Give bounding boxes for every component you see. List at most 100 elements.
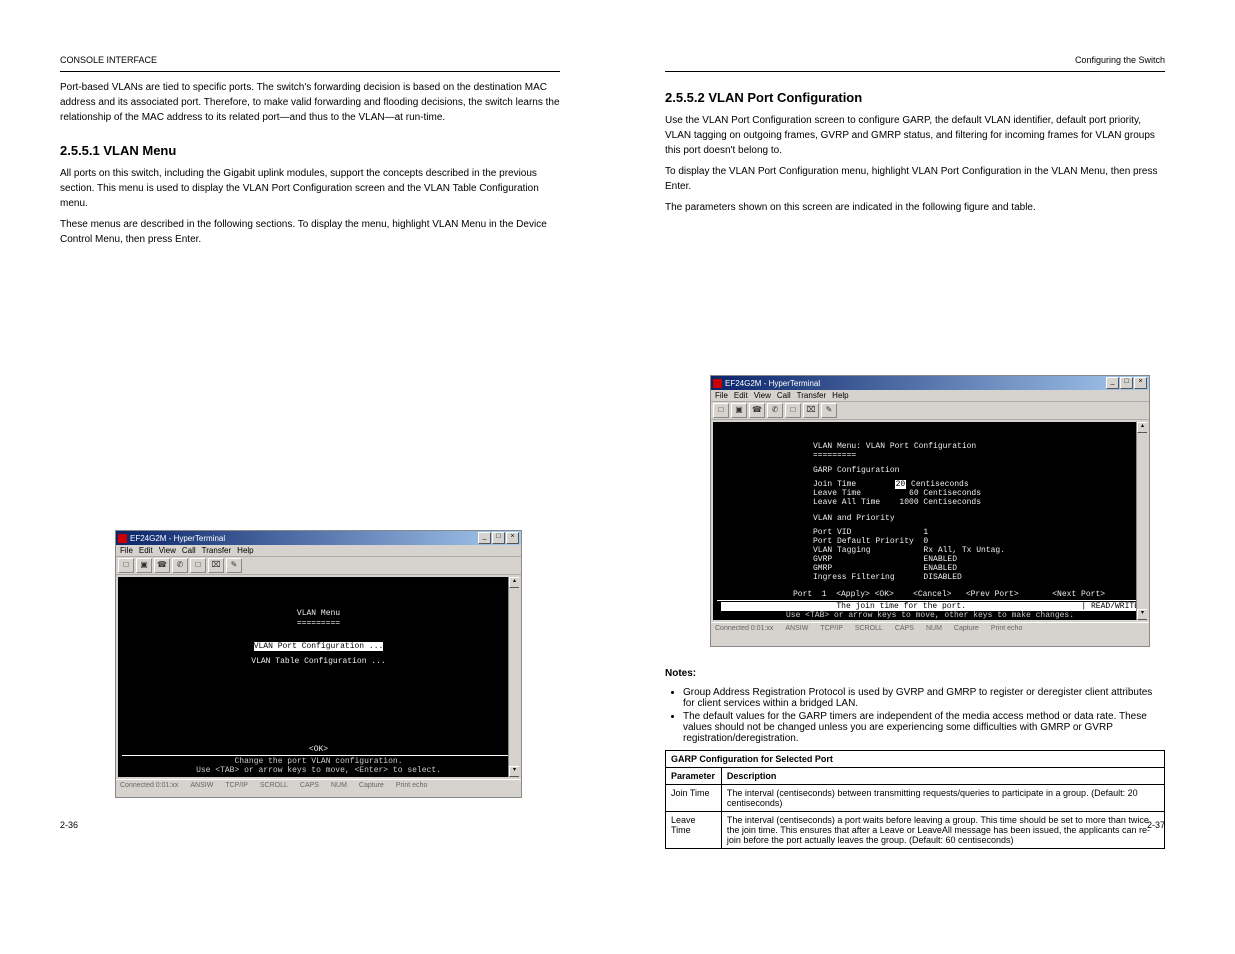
notes-list: Group Address Registration Protocol is u… bbox=[683, 687, 1165, 744]
tool-paste-icon[interactable]: ✎ bbox=[821, 403, 837, 418]
menu-edit[interactable]: Edit bbox=[139, 546, 153, 555]
table-row: Join Time The interval (centiseconds) be… bbox=[666, 785, 1165, 812]
scroll-down-icon[interactable]: ▾ bbox=[509, 766, 519, 777]
scroll-up-icon[interactable]: ▴ bbox=[1137, 422, 1147, 433]
terminal-scrollbar[interactable]: ▴ ▾ bbox=[1136, 422, 1147, 620]
menu-file[interactable]: File bbox=[715, 391, 728, 400]
status-capture: Capture bbox=[954, 625, 979, 632]
status-conn: TCP/IP bbox=[225, 782, 248, 789]
terminal-scrollbar[interactable]: ▴ ▾ bbox=[508, 577, 519, 777]
right-column: Configuring the Switch 2.5.5.2 VLAN Port… bbox=[665, 55, 1165, 221]
window-titlebar: EF24G2M - HyperTerminal _ □ × bbox=[711, 376, 1149, 390]
app-icon bbox=[713, 379, 722, 388]
field-join-time[interactable]: Join Time 20 Centiseconds bbox=[813, 480, 1147, 489]
nav-row[interactable]: Port 1 <Apply> <OK> <Cancel> <Prev Port>… bbox=[793, 590, 1147, 599]
status-num: NUM bbox=[331, 782, 347, 789]
menu-view[interactable]: View bbox=[754, 391, 771, 400]
menu-help[interactable]: Help bbox=[237, 546, 253, 555]
menu-call[interactable]: Call bbox=[182, 546, 196, 555]
field-gvrp[interactable]: GVRP ENABLED bbox=[813, 555, 1147, 564]
menu-view[interactable]: View bbox=[159, 546, 176, 555]
status-caps: CAPS bbox=[895, 625, 914, 632]
right-header-row: Configuring the Switch bbox=[665, 55, 1165, 65]
scroll-up-icon[interactable]: ▴ bbox=[509, 577, 519, 588]
term-hint-row: The join time for the port.| READ/WRITE bbox=[721, 602, 1139, 611]
menu-transfer[interactable]: Transfer bbox=[797, 391, 827, 400]
tool-open-icon[interactable]: ▣ bbox=[731, 403, 747, 418]
tool-new-icon[interactable]: □ bbox=[713, 403, 729, 418]
section-port-config-heading: 2.5.5.2 VLAN Port Configuration bbox=[665, 90, 1165, 105]
note-1: Group Address Registration Protocol is u… bbox=[683, 687, 1165, 709]
field-vlan-tagging[interactable]: VLAN Tagging Rx All, Tx Untag. bbox=[813, 546, 1147, 555]
tool-new-icon[interactable]: □ bbox=[118, 558, 134, 573]
vlan-menu-para1: All ports on this switch, including the … bbox=[60, 166, 560, 211]
port-config-para1: Use the VLAN Port Configuration screen t… bbox=[665, 113, 1165, 158]
status-echo: Print echo bbox=[991, 625, 1023, 632]
tool-paste-icon[interactable]: ✎ bbox=[226, 558, 242, 573]
tool-props-icon[interactable]: ⌧ bbox=[208, 558, 224, 573]
tool-disconnect-icon[interactable]: ✆ bbox=[767, 403, 783, 418]
field-gmrp[interactable]: GMRP ENABLED bbox=[813, 564, 1147, 573]
port-config-para3: The parameters shown on this screen are … bbox=[665, 200, 1165, 215]
field-leave-time[interactable]: Leave Time 60 Centiseconds bbox=[813, 489, 1147, 498]
right-page-num: 2-37 bbox=[1147, 820, 1165, 830]
tool-send-icon[interactable]: □ bbox=[785, 403, 801, 418]
param-desc: The interval (centiseconds) between tran… bbox=[721, 785, 1164, 812]
menubar: File Edit View Call Transfer Help bbox=[116, 545, 521, 557]
minimize-button[interactable]: _ bbox=[1106, 377, 1119, 389]
scroll-down-icon[interactable]: ▾ bbox=[1137, 609, 1147, 620]
menu-edit[interactable]: Edit bbox=[734, 391, 748, 400]
term-heading-underline: ========= bbox=[126, 619, 511, 628]
tool-connect-icon[interactable]: ☎ bbox=[154, 558, 170, 573]
terminal-wrap: VLAN Menu ========= VLAN Port Configurat… bbox=[116, 575, 521, 779]
window-title: EF24G2M - HyperTerminal bbox=[725, 379, 820, 388]
window-titlebar: EF24G2M - HyperTerminal _ □ × bbox=[116, 531, 521, 545]
app-icon bbox=[118, 534, 127, 543]
status-connected: Connected 0:01:xx bbox=[715, 625, 773, 632]
tool-disconnect-icon[interactable]: ✆ bbox=[172, 558, 188, 573]
term-divider bbox=[122, 755, 515, 756]
field-port-priority[interactable]: Port Default Priority 0 bbox=[813, 537, 1147, 546]
menu-file[interactable]: File bbox=[120, 546, 133, 555]
field-leave-all-time[interactable]: Leave All Time 1000 Centiseconds bbox=[813, 498, 1147, 507]
terminal[interactable]: VLAN Menu: VLAN Port Configuration =====… bbox=[713, 422, 1147, 620]
tool-open-icon[interactable]: ▣ bbox=[136, 558, 152, 573]
left-column: CONSOLE INTERFACE Port-based VLANs are t… bbox=[60, 55, 560, 253]
close-button[interactable]: × bbox=[506, 532, 519, 544]
menu-item-table-config[interactable]: VLAN Table Configuration ... bbox=[126, 657, 511, 666]
status-caps: CAPS bbox=[300, 782, 319, 789]
minimize-button[interactable]: _ bbox=[478, 532, 491, 544]
params-table: GARP Configuration for Selected Port Par… bbox=[665, 750, 1165, 849]
statusbar: Connected 0:01:xx ANSIW TCP/IP SCROLL CA… bbox=[711, 622, 1149, 634]
term-divider bbox=[717, 600, 1143, 601]
menu-transfer[interactable]: Transfer bbox=[202, 546, 232, 555]
toolbar: □ ▣ ☎ ✆ □ ⌧ ✎ bbox=[711, 402, 1149, 420]
menu-item-port-config[interactable]: VLAN Port Configuration ... bbox=[126, 642, 511, 651]
field-ingress-filtering[interactable]: Ingress Filtering DISABLED bbox=[813, 573, 1147, 582]
section-vlan-menu-heading: 2.5.5.1 VLAN Menu bbox=[60, 143, 560, 158]
read-write-indicator: | READ/WRITE bbox=[1081, 602, 1139, 611]
menu-call[interactable]: Call bbox=[777, 391, 791, 400]
terminal[interactable]: VLAN Menu ========= VLAN Port Configurat… bbox=[118, 577, 519, 777]
status-num: NUM bbox=[926, 625, 942, 632]
param-name: Join Time bbox=[666, 785, 722, 812]
tool-send-icon[interactable]: □ bbox=[190, 558, 206, 573]
maximize-button[interactable]: □ bbox=[492, 532, 505, 544]
maximize-button[interactable]: □ bbox=[1120, 377, 1133, 389]
close-button[interactable]: × bbox=[1134, 377, 1147, 389]
col-description: Description bbox=[721, 768, 1164, 785]
menu-help[interactable]: Help bbox=[832, 391, 848, 400]
term-heading: VLAN Menu bbox=[126, 609, 511, 618]
status-scroll: SCROLL bbox=[260, 782, 288, 789]
tool-props-icon[interactable]: ⌧ bbox=[803, 403, 819, 418]
right-header-text: Configuring the Switch bbox=[1075, 55, 1165, 65]
status-emul: ANSIW bbox=[190, 782, 213, 789]
term-sub-garp: GARP Configuration bbox=[813, 466, 1147, 475]
tool-connect-icon[interactable]: ☎ bbox=[749, 403, 765, 418]
ok-button[interactable]: <OK> bbox=[126, 745, 511, 754]
table-row: Leave Time The interval (centiseconds) a… bbox=[666, 812, 1165, 849]
right-column-lower: Notes: Group Address Registration Protoc… bbox=[665, 660, 1165, 855]
field-port-vid[interactable]: Port VID 1 bbox=[813, 528, 1147, 537]
left-header-rule bbox=[60, 71, 560, 72]
term-heading-underline: ========= bbox=[813, 451, 1147, 460]
